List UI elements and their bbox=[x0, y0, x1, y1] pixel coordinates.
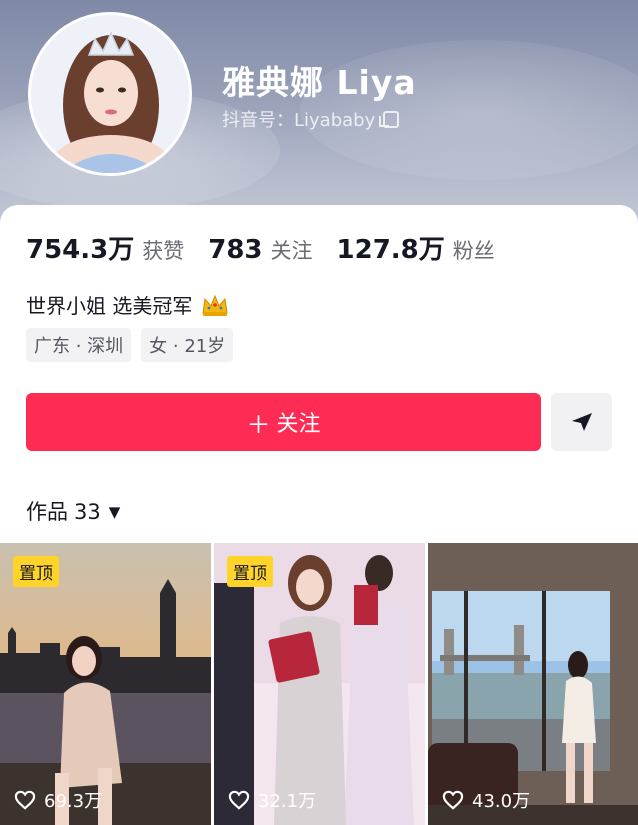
send-icon bbox=[571, 413, 592, 431]
follow-button-label: 关注 bbox=[276, 412, 321, 437]
video-grid: 置顶 69.3万 置顶 32.1万 43.0万 bbox=[0, 543, 638, 825]
stat-label: 获赞 bbox=[142, 239, 185, 263]
avatar-image bbox=[31, 15, 189, 173]
bio: 世界小姐 选美冠军 bbox=[26, 290, 229, 322]
douyin-id[interactable]: 抖音号：Liyababy bbox=[222, 106, 400, 132]
video-likes-count: 43.0万 bbox=[472, 791, 531, 812]
stat-following[interactable]: 783 关注 bbox=[208, 235, 312, 265]
follow-button[interactable]: ＋ 关注 bbox=[26, 393, 541, 451]
heart-icon bbox=[442, 790, 464, 810]
works-count: 33 bbox=[74, 500, 101, 524]
video-thumbnail[interactable]: 43.0万 bbox=[428, 543, 638, 825]
video-likes: 32.1万 bbox=[228, 787, 316, 813]
stat-likes[interactable]: 754.3万 获赞 bbox=[26, 229, 184, 266]
gender-age-tag: 女 · 21岁 bbox=[141, 328, 234, 362]
works-tab[interactable]: 作品 33 ▼ bbox=[26, 496, 120, 526]
stat-label: 粉丝 bbox=[452, 239, 495, 263]
video-likes-count: 32.1万 bbox=[258, 791, 317, 812]
stat-label: 关注 bbox=[270, 239, 313, 263]
crown-emoji-icon bbox=[201, 293, 229, 322]
video-likes: 69.3万 bbox=[14, 787, 102, 813]
heart-icon bbox=[228, 790, 250, 810]
pinned-badge: 置顶 bbox=[13, 556, 59, 587]
video-thumbnail-image bbox=[428, 543, 638, 825]
heart-icon bbox=[14, 790, 36, 810]
pinned-badge: 置顶 bbox=[227, 556, 273, 587]
bio-text: 世界小姐 选美冠军 bbox=[26, 294, 193, 318]
plus-icon: ＋ bbox=[246, 410, 271, 439]
stats-row: 754.3万 获赞 783 关注 127.8万 粉丝 bbox=[26, 229, 519, 266]
video-likes-count: 69.3万 bbox=[44, 791, 103, 812]
tags-row: 广东 · 深圳 女 · 21岁 bbox=[26, 328, 243, 362]
video-likes: 43.0万 bbox=[442, 787, 530, 813]
video-thumbnail[interactable]: 置顶 69.3万 bbox=[0, 543, 211, 825]
profile-name: 雅典娜 Liya bbox=[222, 63, 417, 102]
douyin-id-text: 抖音号：Liyababy bbox=[222, 110, 376, 131]
video-thumbnail[interactable]: 置顶 32.1万 bbox=[214, 543, 425, 825]
copy-icon[interactable] bbox=[379, 111, 400, 128]
avatar[interactable] bbox=[28, 12, 192, 176]
stat-followers[interactable]: 127.8万 粉丝 bbox=[337, 229, 495, 266]
works-label: 作品 bbox=[26, 500, 68, 524]
caret-down-icon: ▼ bbox=[108, 503, 121, 521]
location-tag: 广东 · 深圳 bbox=[26, 328, 132, 362]
stat-value: 783 bbox=[208, 235, 263, 265]
stat-value: 754.3万 bbox=[26, 235, 135, 265]
share-button[interactable] bbox=[551, 393, 612, 451]
stat-value: 127.8万 bbox=[336, 235, 445, 265]
